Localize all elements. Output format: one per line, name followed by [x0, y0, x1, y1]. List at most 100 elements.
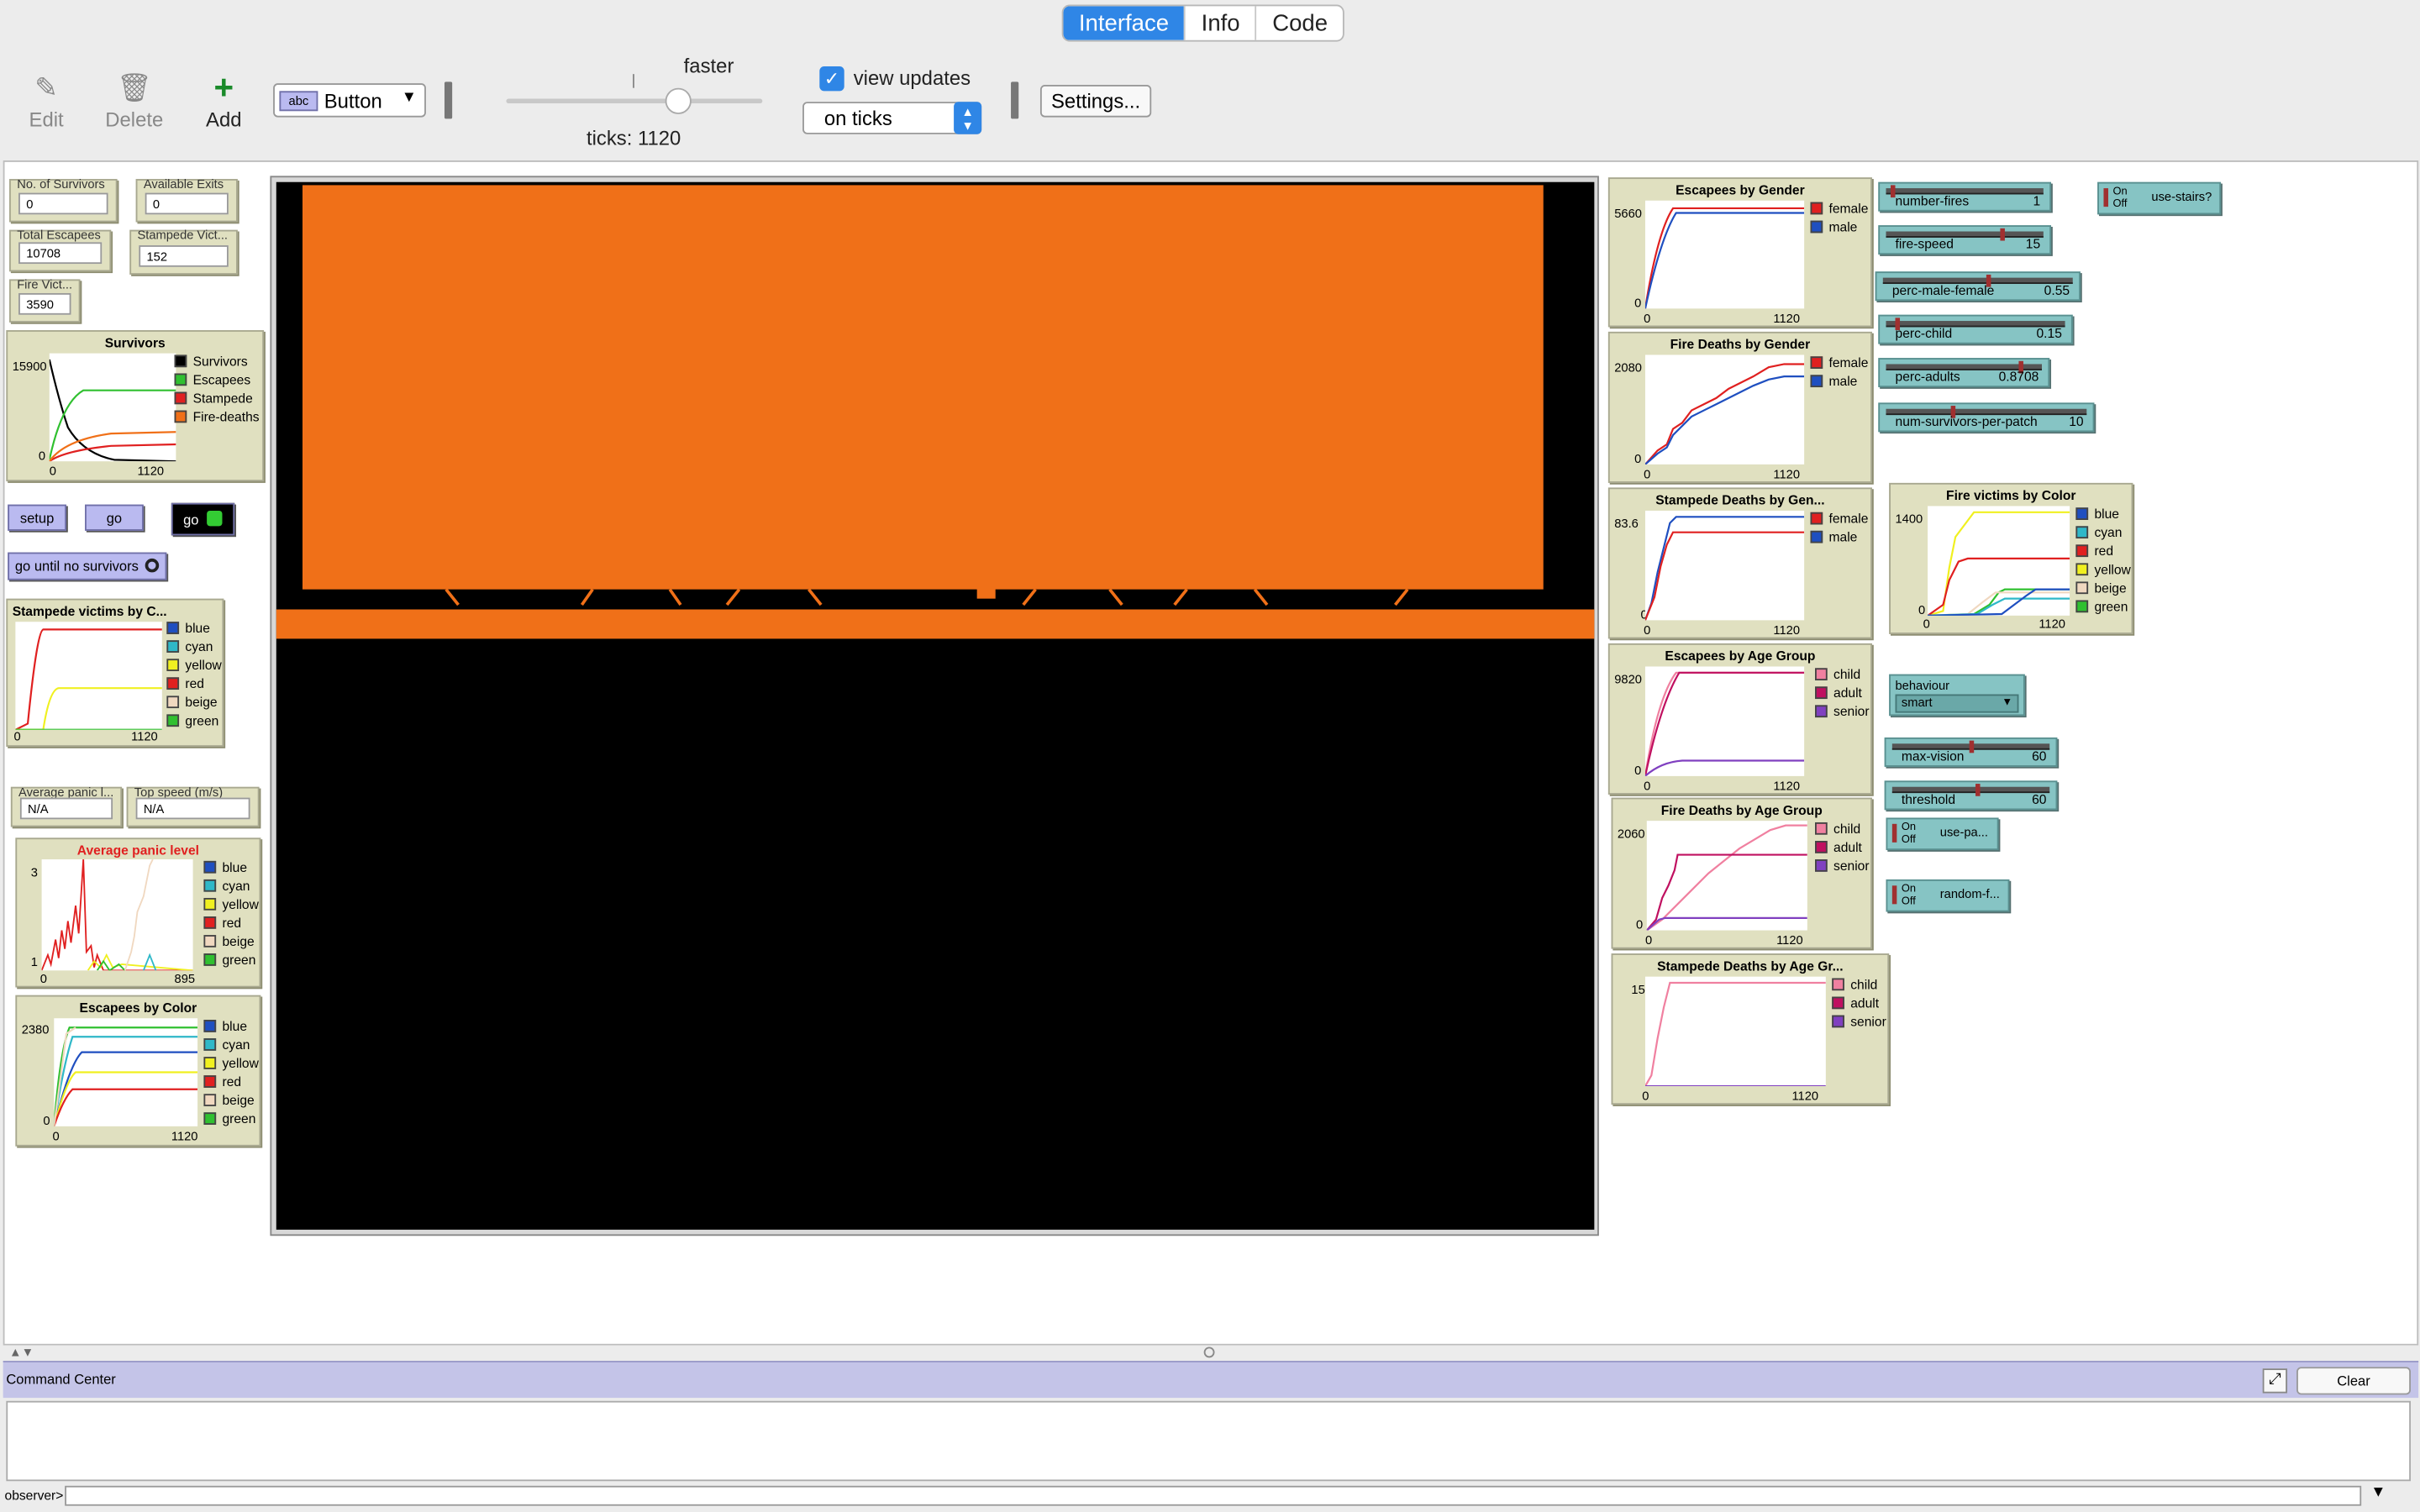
trash-icon: 🗑 [116, 72, 152, 104]
go-forever-button[interactable]: go [171, 502, 235, 536]
escapees-by-gender-plot[interactable]: Escapees by Gender 5660 0 0 1120 female … [1607, 177, 1872, 328]
switch-use-stairs[interactable]: On Off use-stairs? [2097, 181, 2222, 215]
forever-icon [207, 510, 223, 527]
switch-use-pa[interactable]: On Off use-pa... [1886, 817, 1999, 851]
command-input[interactable] [65, 1485, 2362, 1506]
expand-icon[interactable]: ⤢ [2262, 1368, 2288, 1394]
fire-corridor [276, 609, 1595, 639]
fire-gender-legend: female male [1810, 354, 1868, 391]
monitor-survivors[interactable]: No. of Survivors 0 [9, 177, 118, 223]
monitor-total-escapees[interactable]: Total Escapees 10708 [9, 228, 112, 272]
stampede-gender-canvas [1644, 510, 1805, 621]
escapees-age-legend: child adult senior [1815, 665, 1870, 721]
monitor-stampede-victims[interactable]: Stampede Vict... 152 [129, 228, 238, 275]
stampede-gender-legend: female male [1810, 509, 1868, 546]
stampede-deaths-by-age-plot[interactable]: Stampede Deaths by Age Gr... 154 0 0 112… [1611, 953, 1890, 1105]
delete-button[interactable]: 🗑 Delete [103, 68, 165, 131]
view-updates-checkbox[interactable]: ✓ [819, 66, 844, 92]
survivors-plot[interactable]: Survivors 15900 0 0 1120 Survivors Escap… [6, 330, 265, 482]
update-mode-select[interactable]: on ticks ▲ ▼ [802, 102, 982, 134]
splitter-handle-icon[interactable] [1203, 1347, 1215, 1358]
stampede-age-legend: child adult senior [1832, 975, 1886, 1031]
monitor-average-panic[interactable]: Average panic l... N/A [10, 785, 123, 827]
slider-fire-speed[interactable]: fire-speed 15 [1878, 225, 2052, 255]
fire-victims-by-color-plot[interactable]: Fire victims by Color 1400 0 0 1120 blue… [1889, 482, 2133, 634]
escapees-by-color-plot[interactable]: Escapees by Color 2380 0 0 1120 blue cya… [15, 995, 261, 1147]
updown-arrows-icon: ▲ ▼ [954, 102, 982, 134]
monitor-fire-victims[interactable]: Fire Vict... 3590 [9, 278, 81, 323]
stampede-victims-by-color-plot[interactable]: Stampede victims by C... 0 1120 blue cya… [6, 598, 224, 747]
world-canvas [276, 181, 1595, 1230]
ticks-counter: ticks: 1120 [586, 126, 681, 150]
fire-age-canvas [1646, 821, 1807, 931]
forever-icon [145, 558, 160, 573]
fire-color-legend: blue cyan red yellow beige green [2075, 505, 2131, 616]
speed-slider[interactable] [506, 87, 763, 114]
speed-tick [633, 74, 634, 88]
stampede-color-legend: blue cyan yellow red beige green [166, 619, 222, 730]
command-output[interactable] [6, 1400, 2411, 1482]
switch-random-f[interactable]: On Off random-f... [1886, 879, 2010, 912]
escapees-gender-legend: female male [1810, 199, 1868, 236]
survivors-legend: Survivors Escapees Stampede Fire-deaths [174, 352, 260, 426]
clear-button[interactable]: Clear [2296, 1367, 2411, 1395]
tab-info[interactable]: Info [1184, 6, 1255, 40]
view-updates-label: view updates [853, 66, 971, 90]
monitor-available-exits[interactable]: Available Exits 0 [135, 177, 238, 223]
chooser-behaviour[interactable]: behaviour smart ▼ [1889, 674, 2025, 717]
world-view[interactable] [270, 176, 1599, 1236]
speed-slider-handle[interactable] [665, 87, 692, 114]
speed-label: faster [683, 54, 734, 77]
go-until-no-survivors-button[interactable]: go until no survivors [8, 552, 167, 580]
panic-legend: blue cyan yellow red beige green [203, 858, 259, 969]
escapees-by-age-plot[interactable]: Escapees by Age Group 9820 0 0 1120 chil… [1607, 643, 1872, 795]
splitter-bar[interactable]: ▲▼ [3, 1345, 2419, 1362]
chevron-down-icon[interactable]: ▼ [2370, 1484, 2386, 1501]
settings-button[interactable]: Settings... [1039, 85, 1152, 118]
setup-button[interactable]: setup [8, 504, 66, 531]
widget-type-select[interactable]: abc Button ▼ [273, 83, 426, 118]
stampede-age-canvas [1644, 976, 1826, 1087]
edit-button[interactable]: ✎ Edit [15, 68, 76, 131]
fire-age-legend: child adult senior [1815, 819, 1870, 874]
chooser-select[interactable]: smart ▼ [1895, 694, 2019, 713]
button-widget-icon: abc [279, 91, 318, 112]
fire-spread-marks [445, 588, 1409, 606]
add-button[interactable]: + Add [193, 68, 255, 131]
fire-deaths-by-gender-plot[interactable]: Fire Deaths by Gender 2080 0 0 1120 fema… [1607, 331, 1872, 483]
slider-max-vision[interactable]: max-vision 60 [1884, 737, 2058, 767]
slider-perc-child[interactable]: perc-child 0.15 [1878, 314, 2073, 344]
pencil-icon: ✎ [34, 72, 58, 104]
slider-handle[interactable] [1969, 740, 1975, 753]
slider-handle[interactable] [2000, 228, 2005, 241]
fire-gender-canvas [1644, 354, 1805, 465]
survivors-plot-canvas [49, 353, 176, 462]
switch-toggle[interactable] [1891, 823, 1897, 843]
average-panic-plot[interactable]: Average panic level 3 1 0 895 blue cyan … [15, 837, 261, 988]
stampede-deaths-by-gender-plot[interactable]: Stampede Deaths by Gen... 83.6 0 0 1120 … [1607, 487, 1872, 639]
monitor-top-speed[interactable]: Top speed (m/s) N/A [126, 785, 260, 827]
slider-threshold[interactable]: threshold 60 [1884, 780, 2058, 811]
escapees-gender-canvas [1644, 200, 1805, 309]
slider-perc-male-female[interactable]: perc-male-female 0.55 [1875, 271, 2081, 302]
plus-icon: + [213, 67, 234, 107]
slider-number-fires[interactable]: number-fires 1 [1878, 181, 2052, 212]
escapees-color-canvas [54, 1018, 198, 1126]
slider-num-survivors-per-patch[interactable]: num-survivors-per-patch 10 [1878, 402, 2095, 433]
splitter-arrows-icon[interactable]: ▲▼ [9, 1346, 34, 1360]
fire-area [302, 185, 1544, 590]
slider-handle[interactable] [1975, 784, 1981, 796]
panic-canvas [41, 859, 193, 971]
chevron-down-icon: ▼ [2002, 697, 2013, 709]
command-center-header: Command Center ⤢ Clear [3, 1361, 2419, 1399]
go-once-button[interactable]: go [85, 504, 144, 531]
switch-toggle[interactable] [1891, 885, 1897, 905]
view-tabs: Interface Info Code [1061, 4, 1345, 42]
fire-color-canvas [1928, 506, 2070, 616]
tab-code[interactable]: Code [1255, 6, 1343, 40]
tab-interface[interactable]: Interface [1063, 6, 1185, 40]
fire-deaths-by-age-plot[interactable]: Fire Deaths by Age Group 2060 0 0 1120 c… [1611, 797, 1872, 949]
switch-toggle[interactable] [2103, 188, 2108, 207]
escapees-color-legend: blue cyan yellow red beige green [203, 1016, 259, 1127]
slider-perc-adults[interactable]: perc-adults 0.8708 [1878, 358, 2050, 388]
